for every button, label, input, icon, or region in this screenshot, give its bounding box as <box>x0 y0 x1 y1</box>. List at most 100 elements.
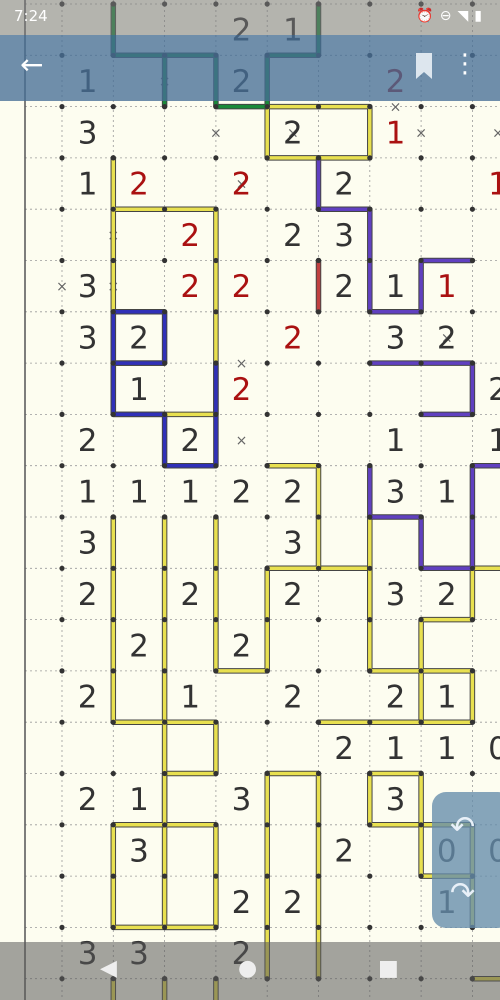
cell-number: 2 <box>78 423 98 459</box>
yellow-segment <box>214 515 500 724</box>
grid-dot <box>162 463 168 469</box>
grid-dot <box>418 514 424 520</box>
grid-dot <box>418 565 424 571</box>
cell-number: 3 <box>78 115 98 151</box>
puzzle-board[interactable]: ×××××××××××××××××××××××××××××× 302202211… <box>0 0 500 1000</box>
grid-dot <box>59 617 65 623</box>
grid-dot <box>367 924 373 931</box>
cell-number: 1 <box>386 269 406 305</box>
cell-number: 3 <box>283 526 303 562</box>
cell-number: 2 <box>283 320 303 356</box>
grid-dot <box>418 309 424 315</box>
bookmark-icon[interactable] <box>416 53 432 79</box>
nav-recents-icon[interactable]: ■ <box>378 956 399 981</box>
grid-dot <box>367 514 373 520</box>
grid-dot <box>418 104 424 110</box>
grid-dot <box>264 206 270 212</box>
grid-dot <box>469 206 475 212</box>
grid-dot <box>110 565 116 571</box>
grid-dot <box>162 617 168 623</box>
grid-dot <box>110 411 116 417</box>
cell-number: 1 <box>437 474 457 510</box>
grid-dot <box>315 668 322 674</box>
cross-mark: × <box>236 433 248 449</box>
cell-number: 3 <box>232 782 252 818</box>
grid-dot <box>367 104 373 110</box>
grid-dot <box>367 617 373 623</box>
grid-dot <box>367 463 373 469</box>
cross-mark: × <box>56 279 68 295</box>
grid-dot <box>213 822 219 828</box>
grid-dot <box>59 360 65 366</box>
cross-mark: × <box>236 356 248 372</box>
cell-number: 2 <box>334 167 354 203</box>
cell-number: 2 <box>283 474 303 510</box>
grid-dot <box>469 719 475 725</box>
grid-dot <box>315 104 322 110</box>
grid-dot <box>469 155 475 161</box>
grid-dot <box>213 257 219 264</box>
grid-dot <box>315 514 322 520</box>
grid-dot <box>315 257 322 264</box>
grid-dot <box>213 463 219 469</box>
arrow-left-icon[interactable]: ← <box>20 51 43 79</box>
cell-number: 2 <box>232 628 252 664</box>
grid-dot <box>315 463 322 469</box>
cell-number: 1 <box>386 115 406 151</box>
app-bar: ← ⋮ <box>0 35 500 101</box>
grid-dot <box>367 309 373 315</box>
grid-dot <box>213 617 219 623</box>
redo-icon[interactable]: ↷ <box>450 876 475 911</box>
cell-number: 2 <box>283 680 303 716</box>
grid-dot <box>59 411 65 417</box>
grid-dot <box>213 360 219 366</box>
cell-number: 3 <box>386 474 406 510</box>
grid-dot <box>418 206 424 212</box>
grid-dot <box>469 770 475 777</box>
cell-number: 2 <box>180 423 200 459</box>
cell-number: 2 <box>129 320 149 356</box>
grid-dot <box>110 514 116 520</box>
cell-number: 1 <box>488 423 500 459</box>
cell-number: 2 <box>334 269 354 305</box>
grid-dot <box>418 257 424 264</box>
grid-dot <box>110 822 116 828</box>
grid-dot <box>59 104 65 110</box>
grid-dot <box>110 924 116 931</box>
grid-dot <box>59 257 65 264</box>
grid-dot <box>110 155 116 161</box>
grid-dot <box>418 360 424 366</box>
grid-dot <box>59 309 65 315</box>
grid-dot <box>469 514 475 520</box>
grid-dot <box>213 668 219 674</box>
undo-icon[interactable]: ↶ <box>450 810 475 845</box>
cross-mark: × <box>210 125 222 141</box>
grid-dot <box>367 411 373 417</box>
more-vert-icon[interactable]: ⋮ <box>452 51 478 77</box>
grid-dot <box>367 873 373 879</box>
status-bar: 7:24 ⏰⊖◥▮ <box>0 0 500 35</box>
cell-number: 2 <box>180 577 200 613</box>
grid-dot <box>162 155 168 161</box>
cell-number: 2 <box>283 885 303 921</box>
nav-home-icon[interactable]: ● <box>238 956 257 981</box>
grid-dot <box>469 411 475 417</box>
cell-number: 2 <box>232 167 252 203</box>
grid-dot <box>367 668 373 674</box>
grid-dot <box>469 617 475 623</box>
cross-mark: × <box>492 125 500 141</box>
grid-dot <box>59 924 65 931</box>
grid-dot <box>213 719 219 725</box>
grid-dot <box>162 514 168 520</box>
grid-dot <box>367 770 373 777</box>
cell-number: 2 <box>78 782 98 818</box>
status-time: 7:24 <box>14 7 48 25</box>
grid-dot <box>469 309 475 315</box>
cell-number: 3 <box>386 782 406 818</box>
cell-number: 2 <box>283 218 303 254</box>
grid-dot <box>162 360 168 366</box>
nav-back-icon[interactable]: ◀ <box>100 956 117 981</box>
grid-dot <box>418 873 424 879</box>
grid-dot <box>315 770 322 777</box>
grid-dot <box>59 770 65 777</box>
